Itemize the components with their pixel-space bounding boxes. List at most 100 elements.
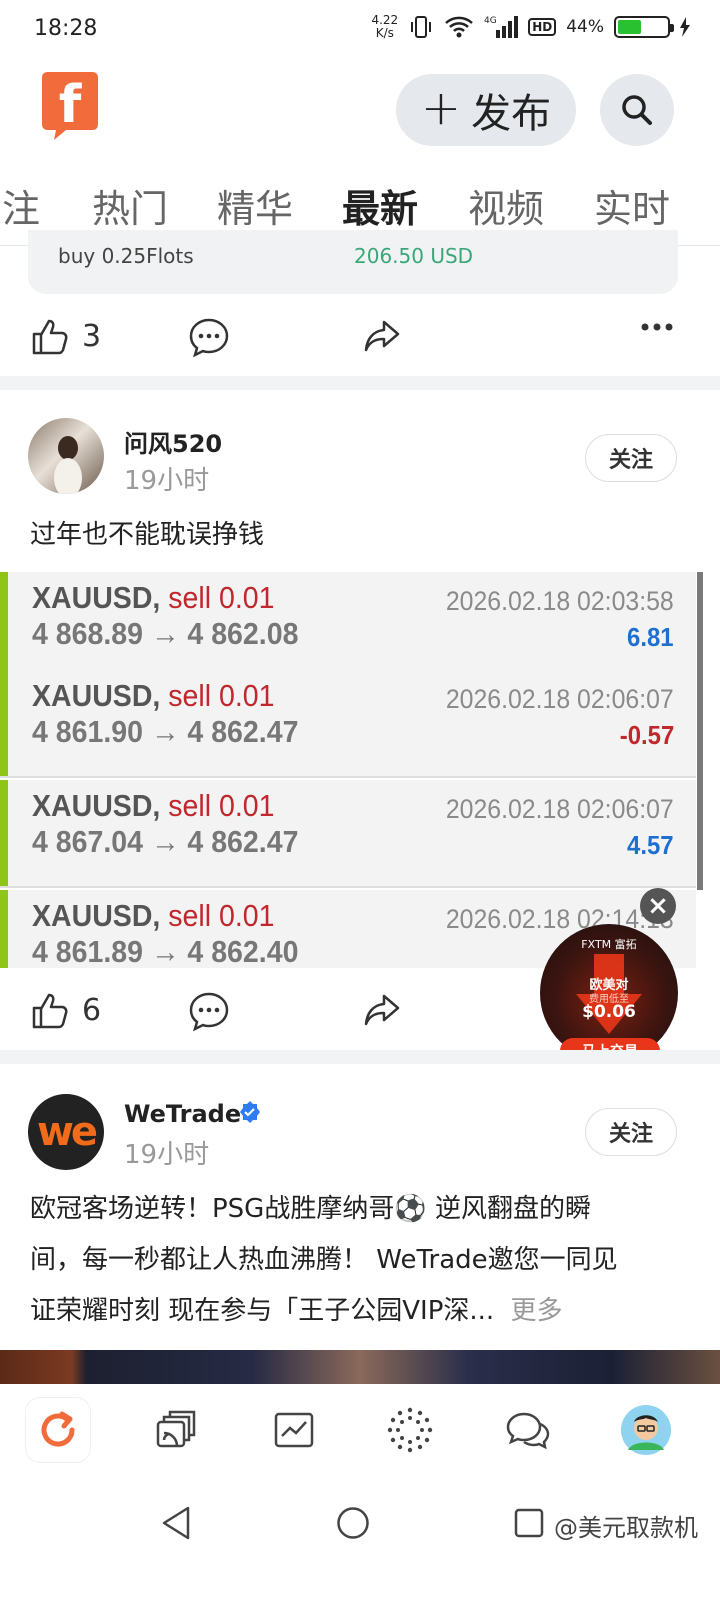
home-nav-icon[interactable] [336,1506,370,1540]
search-button[interactable] [600,74,674,146]
plus-icon: + [420,80,462,136]
trade-profit: 6.81 [627,622,674,652]
trade-side: sell 0.01 [168,678,275,713]
status-bar: 18:28 4.22 K/s 4G HD 44% [0,0,720,58]
tab-featured[interactable]: 精华 [217,178,293,233]
refresh-icon [41,1411,75,1447]
post-divider [0,1050,720,1064]
nav-cards[interactable] [144,1398,208,1462]
status-icons: 4.22 K/s 4G HD 44% [371,14,690,40]
hd-badge: HD [528,18,557,36]
trade-close: 4 862.47 [187,714,299,749]
trade-row[interactable]: XAUUSD, sell 0.01 4 868.89 → 4 862.08 20… [0,572,696,680]
more-link[interactable]: 更多 [510,1296,562,1326]
tab-latest[interactable]: 最新 [342,178,418,233]
back-nav-icon[interactable] [160,1506,192,1540]
comment-icon [189,318,229,358]
bottom-nav [0,1384,720,1484]
nav-profile-avatar[interactable] [614,1398,678,1462]
thumbs-up-icon [32,993,68,1029]
like-button[interactable]: 3 [30,316,101,356]
prev-profit-text: 206.50 USD [354,244,474,268]
trade-symbol: XAUUSD, [32,678,161,713]
nav-market[interactable] [262,1398,326,1462]
comment-button[interactable] [188,316,230,358]
publish-button[interactable]: + 发布 [396,74,576,146]
trade-close: 4 862.08 [187,616,299,651]
follow-button[interactable]: 关注 [585,1108,677,1156]
svg-text:4G: 4G [484,16,497,26]
wifi-icon [445,16,474,38]
post-divider [0,376,720,390]
trade-profit: 4.57 [627,830,674,860]
comment-button[interactable] [188,990,230,1032]
like-count: 3 [82,318,102,354]
trade-row[interactable]: XAUUSD, sell 0.01 4 861.90 → 4 862.47 20… [0,670,696,778]
trade-date: 2026.02.18 02:06:07 [446,794,674,824]
more-button[interactable] [640,322,674,332]
nav-refresh[interactable] [26,1398,90,1462]
svg-text:f: f [59,75,83,135]
trade-close: 4 862.47 [187,824,299,859]
battery-icon [614,16,674,38]
post-text: 过年也不能耽误挣钱 [30,520,265,550]
trade-profit: -0.57 [619,720,674,750]
chat-bubbles-icon [506,1412,550,1450]
battery-percent: 44% [566,17,604,37]
tab-video[interactable]: 视频 [468,178,544,233]
share-button[interactable] [362,316,402,356]
post-text-line: 证荣耀时刻 现在参与「王子公园VIP深... 更多 [30,1296,563,1326]
charging-icon [680,17,690,37]
app-logo[interactable]: f [36,70,102,142]
avatar [621,1405,671,1455]
thumbs-up-icon [32,319,68,355]
avatar[interactable]: we [28,1094,104,1170]
verified-icon [240,1101,260,1123]
search-icon [622,95,652,125]
tab-following[interactable]: 关注 [0,178,40,233]
share-icon [364,320,400,352]
trade-open: 4 861.89 [32,934,144,968]
post-time: 19小时 [124,466,210,496]
username[interactable]: 问风520 [124,424,222,459]
avatar[interactable] [28,418,104,494]
trade-symbol: XAUUSD, [32,898,161,933]
nav-messages[interactable] [496,1398,560,1462]
chart-icon [274,1412,314,1448]
like-button[interactable]: 6 [30,990,101,1030]
post-time: 19小时 [124,1140,210,1170]
more-icon [641,323,673,331]
trade-side: sell 0.01 [168,580,275,615]
trade-row[interactable]: XAUUSD, sell 0.01 4 867.04 → 4 862.47 20… [0,780,696,888]
trade-close: 4 862.40 [187,934,299,968]
trade-symbol: XAUUSD, [32,788,161,823]
net-speed: 4.22 K/s [371,13,399,40]
trade-side: sell 0.01 [168,898,275,933]
trade-list[interactable]: XAUUSD, sell 0.01 4 868.89 → 4 862.08 20… [0,572,706,968]
recents-nav-icon[interactable] [514,1508,544,1538]
username[interactable]: WeTrade [124,1100,241,1128]
post-image[interactable] [0,1350,720,1386]
prev-post-actions: 3 [0,302,720,372]
cards-icon [156,1410,196,1448]
publish-label: 发布 [471,91,552,137]
post-text-line: 间，每一秒都让人热血沸腾！ WeTrade邀您一同见 [30,1245,618,1275]
post-text-line: 欧冠客场逆转！PSG战胜摩纳哥⚽ 逆风翻盘的瞬 [30,1194,591,1224]
vibrate-icon [411,16,432,38]
ad-price: $0.06 [582,1002,636,1022]
globe-dots-icon [387,1407,433,1453]
trade-open: 4 868.89 [32,616,144,651]
prev-trade-card[interactable]: buy 0.25Flots 206.50 USD [28,230,678,294]
trade-list-scrollbar[interactable] [697,572,703,890]
nav-discover[interactable] [378,1398,442,1462]
signal-icon: 4G [484,16,519,38]
tab-realtime[interactable]: 实时 [594,178,670,233]
tab-hot[interactable]: 热门 [92,178,168,233]
trade-open: 4 867.04 [32,824,144,859]
watermark: @美元取款机 [554,1514,698,1542]
follow-button[interactable]: 关注 [585,434,677,482]
trade-date: 2026.02.18 02:06:07 [446,684,674,714]
trade-symbol: XAUUSD, [32,580,161,615]
ad-close-button[interactable]: × [640,888,676,924]
share-button[interactable] [362,990,402,1030]
